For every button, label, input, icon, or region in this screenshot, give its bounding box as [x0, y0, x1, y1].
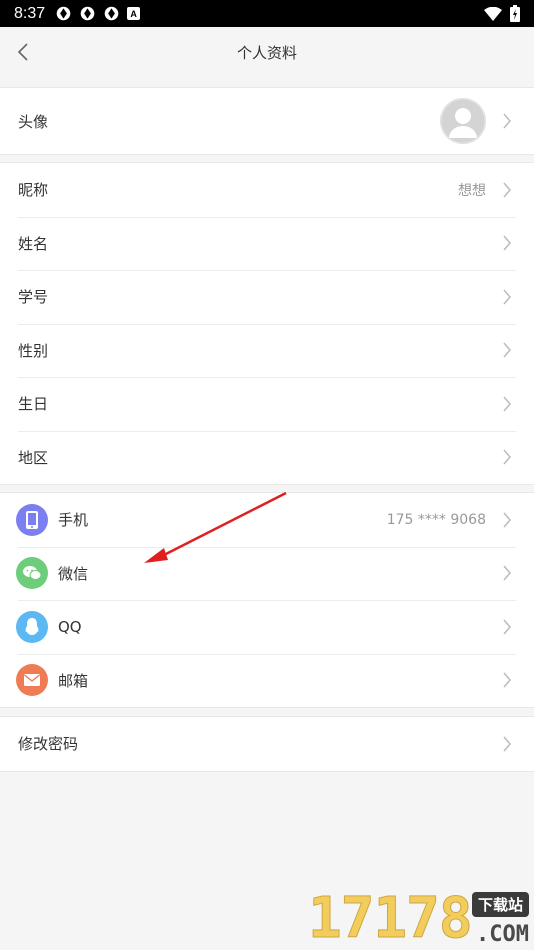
mail-icon	[16, 664, 48, 697]
profile-info-section: 昵称 想想 姓名 学号 性别 生日 地区	[0, 162, 534, 485]
phone-icon	[16, 503, 48, 536]
chevron-right-icon	[503, 396, 511, 412]
chevron-right-icon	[503, 182, 511, 198]
student-id-row[interactable]: 学号	[0, 270, 534, 324]
region-label: 地区	[18, 448, 49, 467]
mail-label: 邮箱	[58, 671, 89, 690]
notification-app-icon	[80, 6, 95, 21]
nickname-row[interactable]: 昵称 想想	[0, 163, 534, 217]
nickname-value: 想想	[458, 182, 486, 199]
chevron-right-icon	[503, 736, 511, 752]
birthday-label: 生日	[18, 395, 49, 414]
chevron-right-icon	[503, 565, 511, 581]
status-time: 8:37	[14, 4, 46, 22]
status-system-icons	[484, 5, 520, 22]
name-label: 姓名	[18, 234, 49, 253]
avatar	[440, 98, 486, 144]
student-id-label: 学号	[18, 288, 49, 307]
phone-label: 手机	[58, 511, 89, 530]
notification-app-icon	[56, 6, 71, 21]
wechat-icon	[16, 557, 48, 590]
avatar-row-label: 头像	[18, 112, 49, 131]
account-binding-section: 手机 175 **** 9068 微信 QQ 邮箱	[0, 492, 534, 708]
password-section: 修改密码	[0, 716, 534, 772]
phone-value: 175 **** 9068	[386, 511, 486, 528]
notification-app-icon	[104, 6, 119, 21]
gender-label: 性别	[18, 341, 49, 360]
watermark-tag: 下载站	[472, 892, 530, 917]
battery-icon	[510, 5, 520, 22]
chevron-right-icon	[503, 113, 511, 129]
user-placeholder-icon	[440, 98, 486, 144]
chevron-right-icon	[503, 235, 511, 251]
qq-icon	[16, 610, 48, 643]
back-button[interactable]	[8, 37, 38, 67]
birthday-row[interactable]: 生日	[0, 377, 534, 431]
page-title: 个人资料	[236, 43, 297, 62]
wifi-icon	[484, 6, 502, 21]
mail-row[interactable]: 邮箱	[0, 653, 534, 708]
chevron-right-icon	[503, 449, 511, 465]
watermark-logo: 17178 下载站 .COM	[308, 886, 534, 950]
wechat-row[interactable]: 微信	[0, 546, 534, 601]
wechat-label: 微信	[58, 564, 89, 583]
change-password-row[interactable]: 修改密码	[0, 717, 534, 771]
notification-a-icon: A	[127, 7, 141, 20]
watermark-domain: .COM	[476, 922, 529, 947]
qq-label: QQ	[58, 617, 82, 636]
avatar-row[interactable]: 头像	[0, 88, 534, 154]
chevron-right-icon	[503, 342, 511, 358]
name-row[interactable]: 姓名	[0, 216, 534, 271]
chevron-right-icon	[503, 289, 511, 305]
app-header: 个人资料	[0, 27, 534, 77]
chevron-left-icon	[17, 43, 28, 61]
watermark-number: 17178	[308, 886, 474, 950]
qq-row[interactable]: QQ	[0, 600, 534, 654]
avatar-section: 头像	[0, 87, 534, 155]
nickname-label: 昵称	[18, 181, 49, 200]
status-notification-icons: A	[55, 5, 141, 22]
chevron-right-icon	[503, 512, 511, 528]
status-bar: 8:37 A	[0, 0, 534, 27]
gender-row[interactable]: 性别	[0, 323, 534, 378]
chevron-right-icon	[503, 672, 511, 688]
change-password-label: 修改密码	[18, 735, 79, 754]
phone-row[interactable]: 手机 175 **** 9068	[0, 493, 534, 547]
chevron-right-icon	[503, 619, 511, 635]
region-row[interactable]: 地区	[0, 430, 534, 485]
